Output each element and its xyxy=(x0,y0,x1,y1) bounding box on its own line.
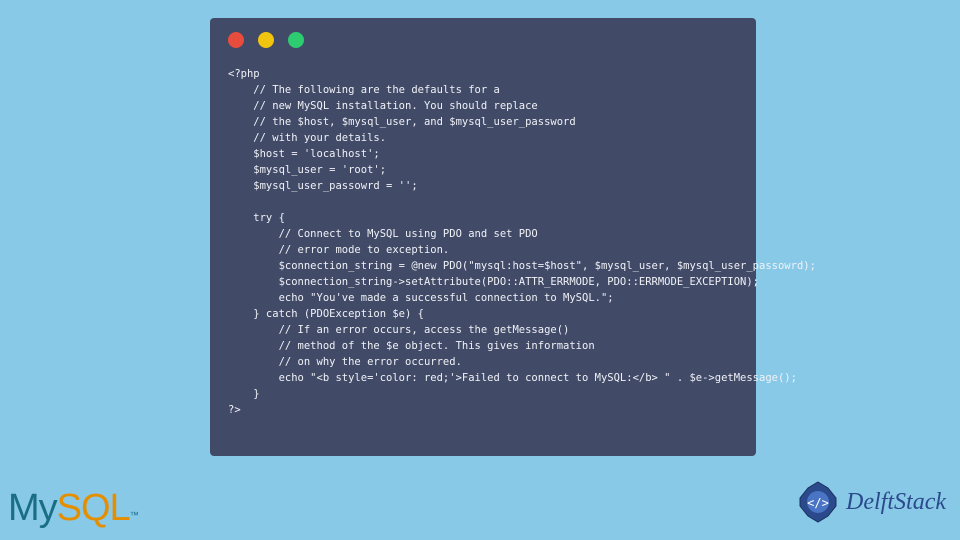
mysql-logo-sql: SQL xyxy=(57,487,130,529)
code-block: <?php // The following are the defaults … xyxy=(228,66,738,418)
close-icon[interactable] xyxy=(228,32,244,48)
minimize-icon[interactable] xyxy=(258,32,274,48)
mysql-logo: MySQL™ xyxy=(8,487,138,530)
code-window: <?php // The following are the defaults … xyxy=(210,18,756,456)
delftstack-icon: </> xyxy=(796,480,840,524)
maximize-icon[interactable] xyxy=(288,32,304,48)
delftstack-logo: </> DelftStack xyxy=(796,480,946,524)
delftstack-text: DelftStack xyxy=(846,489,946,516)
traffic-lights xyxy=(228,32,738,48)
mysql-logo-my: My xyxy=(8,487,57,529)
mysql-logo-tm: ™ xyxy=(130,510,138,520)
svg-text:</>: </> xyxy=(807,496,829,510)
